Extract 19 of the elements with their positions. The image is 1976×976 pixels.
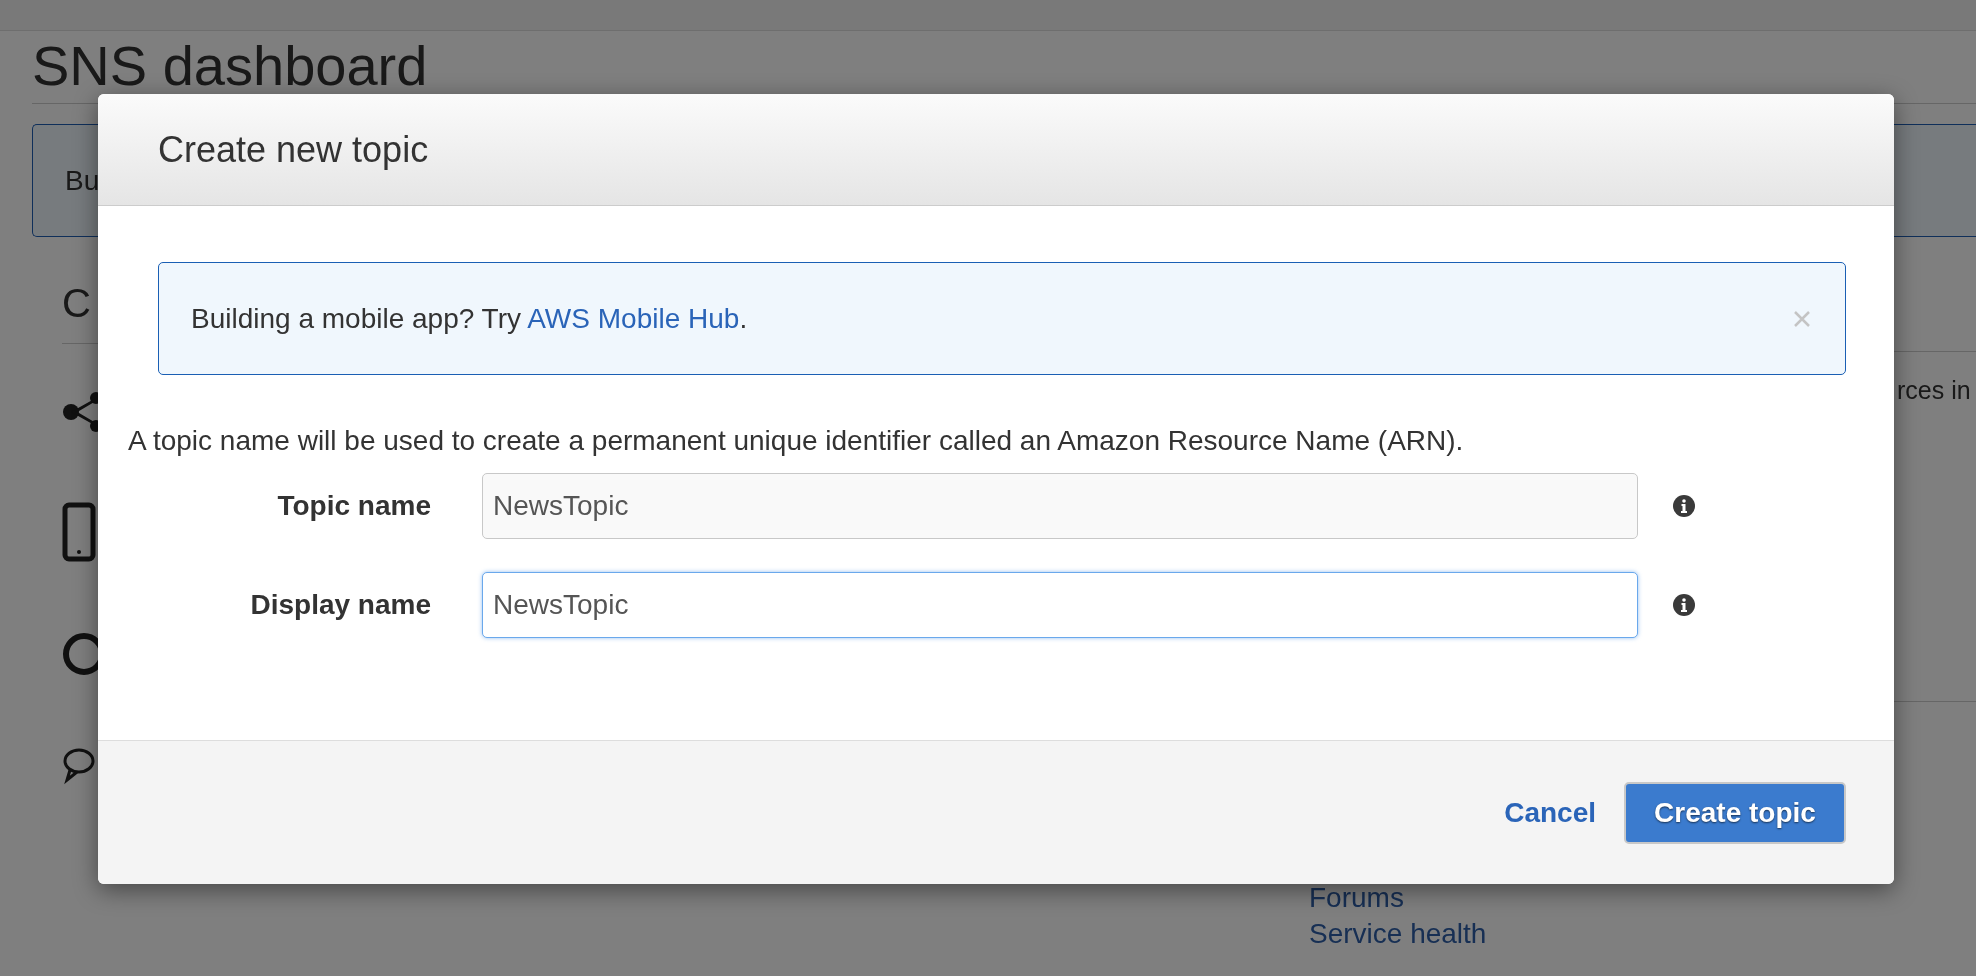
tablet-icon: [62, 502, 96, 562]
description-text: A topic name will be used to create a permanent unique identifier called an Amazon Resource Name (ARN).: [128, 425, 1464, 457]
field-label: Display name: [250, 589, 431, 621]
info-icon[interactable]: [1673, 495, 1695, 517]
text-field[interactable]: NewsTopic: [482, 473, 1638, 539]
create-button[interactable]: Create topic: [1624, 781, 1846, 844]
paragraph-text: rces in: [1897, 376, 1971, 405]
info-icon[interactable]: [1673, 594, 1695, 616]
link[interactable]: AWS Mobile Hub: [527, 302, 740, 334]
field-label: Topic name: [277, 490, 431, 522]
banner-text: Bu: [65, 164, 100, 197]
link[interactable]: Forums: [1309, 882, 1404, 914]
cancel-button[interactable]: Cancel: [1504, 796, 1596, 829]
link[interactable]: Service health: [1309, 918, 1487, 950]
page-title: SNS dashboard: [32, 33, 428, 99]
text-field[interactable]: NewsTopic: [482, 572, 1638, 638]
section-heading: C: [62, 280, 91, 327]
notice-text: Building a mobile app? Try AWS Mobile Hub.: [191, 302, 748, 335]
dialog-title: Create new topic: [158, 128, 429, 171]
